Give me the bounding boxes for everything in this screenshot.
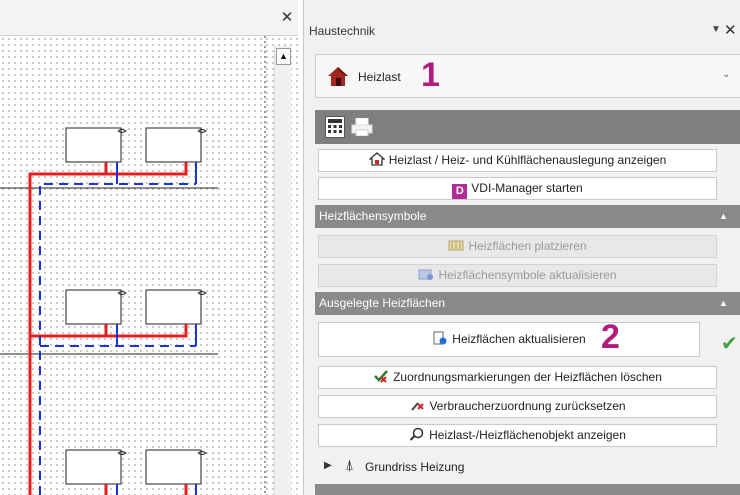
drawing-pane: ✕ ▲ <box>0 0 298 495</box>
collapse-up-icon: ▲ <box>719 298 728 308</box>
heating-floorplan-drawing <box>0 36 266 495</box>
print-icon[interactable] <box>351 117 373 137</box>
heizflaechen-aktualisieren-button[interactable]: Heizflächen aktualisieren <box>318 322 700 357</box>
scroll-up-button[interactable]: ▲ <box>276 48 291 65</box>
zuordnung-loeschen-button[interactable]: Zuordnungsmarkierungen der Heizflächen l… <box>318 366 717 389</box>
heizflaechensymbole-aktualisieren-button[interactable]: Heizflächensymbole aktualisieren <box>318 264 717 287</box>
close-icon[interactable]: ✕ <box>724 21 737 39</box>
heizlast-anzeigen-label: Heizlast / Heiz- und Kühlflächenauslegun… <box>388 153 667 167</box>
vertical-scrollbar[interactable]: ▲ <box>274 46 291 495</box>
callout-number-1: 1 <box>421 56 440 94</box>
haustechnik-panel: Haustechnik ▼ ✕ Heizlast ⌄ 1 Heizlast / … <box>303 0 740 495</box>
module-dropdown[interactable]: Heizlast ⌄ <box>315 54 740 98</box>
verbraucher-zuruecksetzen-button[interactable]: Verbraucherzuordnung zurücksetzen <box>318 395 717 418</box>
section-ausgelegte-heizflaechen[interactable]: Ausgelegte Heizflächen ▲ <box>315 292 740 315</box>
panel-title: Haustechnik <box>309 24 376 38</box>
objekt-anzeigen-button[interactable]: Heizlast-/Heizflächenobjekt anzeigen <box>318 424 717 447</box>
radiator-row-2 <box>65 289 207 325</box>
radiator-row-3 <box>65 449 207 485</box>
callout-number-2: 2 <box>601 318 620 356</box>
vdi-manager-label: VDI-Manager starten <box>471 181 583 195</box>
unlink-icon <box>409 398 425 412</box>
heizflaechen-aktualisieren-label: Heizflächen aktualisieren <box>452 332 586 346</box>
close-icon[interactable]: ✕ <box>279 9 295 27</box>
drawing-pane-header <box>0 0 298 36</box>
calculator-icon[interactable] <box>325 116 345 138</box>
section-title: Heizflächensymbole <box>319 209 427 223</box>
section-title: Ausgelegte Heizflächen <box>319 296 446 310</box>
radiator-refresh-icon <box>418 267 434 281</box>
heizflaechen-platzieren-button[interactable]: Heizflächen platzieren <box>318 235 717 258</box>
radiator-row-1 <box>65 127 207 163</box>
pin-icon[interactable]: ▼ <box>711 24 721 35</box>
tree-item-grundriss-heizung[interactable]: ▶ ⍋ Grundriss Heizung <box>315 455 740 479</box>
heizflaechen-platzieren-label: Heizflächen platzieren <box>468 239 587 253</box>
cad-drawing-area[interactable] <box>0 36 298 495</box>
expand-arrow-icon[interactable]: ▶ <box>324 460 332 471</box>
vdi-manager-button[interactable]: D VDI-Manager starten <box>318 177 717 200</box>
zuordnung-loeschen-label: Zuordnungsmarkierungen der Heizflächen l… <box>393 370 662 384</box>
panel-header: Haustechnik ▼ ✕ <box>304 18 740 44</box>
tree-item-label: Grundriss Heizung <box>365 460 465 474</box>
magnifier-icon <box>409 427 425 441</box>
collapse-up-icon: ▲ <box>719 211 728 221</box>
return-pipe-risers <box>116 162 197 495</box>
module-selected-value: Heizlast <box>358 70 401 84</box>
compass-icon: ⍋ <box>345 457 355 474</box>
heizlast-toolbar <box>315 110 740 144</box>
document-refresh-icon <box>432 325 448 345</box>
objekt-anzeigen-label: Heizlast-/Heizflächenobjekt anzeigen <box>429 428 626 442</box>
radiator-place-icon <box>448 238 464 252</box>
chevron-down-icon: ⌄ <box>722 69 731 80</box>
marker-delete-icon <box>373 369 389 383</box>
supply-pipe <box>28 162 188 495</box>
verbraucher-zuruecksetzen-label: Verbraucherzuordnung zurücksetzen <box>429 399 626 413</box>
house-calc-icon <box>367 152 386 166</box>
vdi-manager-icon: D <box>452 184 468 199</box>
heizflaechensymbole-aktualisieren-label: Heizflächensymbole aktualisieren <box>438 268 617 282</box>
section-heizflaechensymbole[interactable]: Heizflächensymbole ▲ <box>315 205 740 228</box>
house-heat-icon <box>326 65 350 90</box>
next-section-header[interactable] <box>315 484 740 495</box>
heizlast-anzeigen-button[interactable]: Heizlast / Heiz- und Kühlflächenauslegun… <box>318 149 717 172</box>
checkmark-icon: ✔ <box>721 333 738 355</box>
